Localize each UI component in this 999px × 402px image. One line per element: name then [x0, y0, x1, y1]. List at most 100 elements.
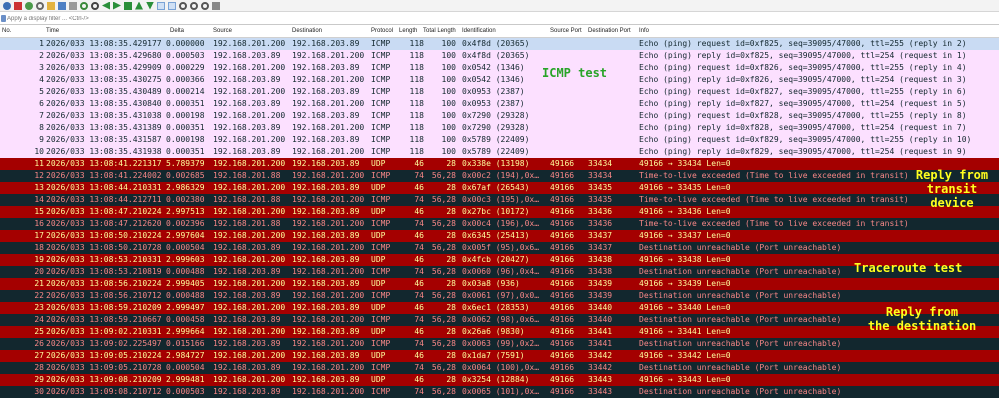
- go-forward-icon[interactable]: [113, 1, 121, 10]
- packet-row[interactable]: 26 2026/033 13:09:02.225497 0.015166 192.16…: [0, 338, 999, 350]
- display-filter-input[interactable]: [7, 14, 987, 23]
- packet-destination-port: 33442: [588, 351, 613, 360]
- start-capture-icon[interactable]: [3, 1, 11, 10]
- packet-total-length: 28: [446, 279, 456, 288]
- packet-row[interactable]: 18 2026/033 13:08:50.210728 0.000504 192.16…: [0, 242, 999, 254]
- first-packet-icon[interactable]: [135, 1, 143, 10]
- packet-number: 2: [39, 51, 44, 60]
- packet-delta: 0.000458: [166, 315, 205, 324]
- packet-row[interactable]: 20 2026/033 13:08:53.210819 0.000488 192.16…: [0, 266, 999, 278]
- packet-row[interactable]: 13 2026/033 13:08:44.210331 2.986329 192.16…: [0, 182, 999, 194]
- packet-row[interactable]: 1 2026/033 13:08:35.429177 0.000000 192.168…: [0, 38, 999, 50]
- packet-source: 192.168.201.200: [213, 159, 286, 168]
- close-file-icon[interactable]: [69, 1, 77, 10]
- packet-total-length: 56,28: [431, 387, 456, 396]
- packet-row[interactable]: 4 2026/033 13:08:35.430275 0.000366 192.168…: [0, 74, 999, 86]
- packet-row[interactable]: 28 2026/033 13:09:05.210728 0.000504 192.16…: [0, 362, 999, 374]
- packet-delta: 2.999481: [166, 375, 205, 384]
- column-identification[interactable]: Identification: [462, 28, 496, 34]
- packet-row[interactable]: 17 2026/033 13:08:50.210224 2.997604 192.16…: [0, 230, 999, 242]
- packet-row[interactable]: 21 2026/033 13:08:56.210224 2.999405 192.16…: [0, 278, 999, 290]
- packet-info: Echo (ping) reply id=0xf826, seq=39095/4…: [639, 75, 967, 84]
- go-back-icon[interactable]: [102, 1, 110, 10]
- packet-row[interactable]: 15 2026/033 13:08:47.210224 2.997513 192.16…: [0, 206, 999, 218]
- packet-row[interactable]: 12 2026/033 13:08:41.224002 0.002685 192.16…: [0, 170, 999, 182]
- column-info[interactable]: Info: [639, 28, 649, 34]
- zoom-out-icon[interactable]: [190, 1, 198, 10]
- packet-protocol: ICMP: [371, 99, 391, 108]
- packet-row[interactable]: 24 2026/033 13:08:59.210667 0.000458 192.16…: [0, 314, 999, 326]
- packet-row[interactable]: 23 2026/033 13:08:59.210209 2.999497 192.16…: [0, 302, 999, 314]
- packet-row[interactable]: 6 2026/033 13:08:35.430840 0.000351 192.168…: [0, 98, 999, 110]
- column-protocol[interactable]: Protocol: [371, 28, 393, 34]
- packet-protocol: UDP: [371, 183, 386, 192]
- column-time[interactable]: Time: [46, 28, 59, 34]
- packet-row[interactable]: 3 2026/033 13:08:35.429909 0.000229 192.168…: [0, 62, 999, 74]
- stop-capture-icon[interactable]: [14, 1, 22, 10]
- column-no[interactable]: No.: [2, 28, 11, 34]
- bookmark-icon[interactable]: [1, 15, 6, 22]
- column-source-port[interactable]: Source Port: [550, 28, 582, 34]
- packet-destination: 192.168.203.89: [292, 87, 360, 96]
- find-packet-icon[interactable]: [91, 1, 99, 10]
- zoom-reset-icon[interactable]: [201, 1, 209, 10]
- packet-delta: 5.789379: [166, 159, 205, 168]
- restart-capture-icon[interactable]: [25, 1, 33, 10]
- packet-row[interactable]: 10 2026/033 13:08:35.431938 0.000351 192.16…: [0, 146, 999, 158]
- save-file-icon[interactable]: [58, 1, 66, 10]
- packet-row[interactable]: 30 2026/033 13:09:08.210712 0.000503 192.16…: [0, 386, 999, 398]
- open-file-icon[interactable]: [47, 1, 55, 10]
- packet-row[interactable]: 7 2026/033 13:08:35.431038 0.000198 192.168…: [0, 110, 999, 122]
- column-destination-port[interactable]: Destination Port: [588, 28, 631, 34]
- resize-columns-icon[interactable]: [212, 1, 220, 10]
- autoscroll-icon[interactable]: [157, 1, 165, 10]
- packet-row[interactable]: 11 2026/033 13:08:41.221317 5.789379 192.16…: [0, 158, 999, 170]
- packet-time: 2026/033 13:08:35.430275: [46, 75, 162, 84]
- packet-source: 192.168.201.200: [213, 63, 286, 72]
- packet-row[interactable]: 5 2026/033 13:08:35.430489 0.000214 192.168…: [0, 86, 999, 98]
- packet-destination: 192.168.203.89: [292, 135, 360, 144]
- go-to-packet-icon[interactable]: [124, 1, 132, 10]
- packet-row[interactable]: 19 2026/033 13:08:53.210331 2.999603 192.16…: [0, 254, 999, 266]
- packet-time: 2026/033 13:08:59.210209: [46, 303, 162, 312]
- reload-icon[interactable]: [80, 1, 88, 10]
- packet-destination: 192.168.203.89: [292, 375, 360, 384]
- packet-info: Destination unreachable (Port unreachabl…: [639, 363, 842, 372]
- column-delta[interactable]: Delta: [170, 28, 184, 34]
- packet-delta: 0.000351: [166, 123, 205, 132]
- packet-total-length: 100: [441, 87, 456, 96]
- column-length[interactable]: Length: [399, 28, 417, 34]
- packet-row[interactable]: 27 2026/033 13:09:05.210224 2.984727 192.16…: [0, 350, 999, 362]
- column-total-length[interactable]: Total Length: [423, 28, 456, 34]
- packet-row[interactable]: 9 2026/033 13:08:35.431587 0.000198 192.168…: [0, 134, 999, 146]
- packet-row[interactable]: 8 2026/033 13:08:35.431389 0.000351 192.168…: [0, 122, 999, 134]
- packet-delta: 0.000366: [166, 75, 205, 84]
- packet-time: 2026/033 13:08:50.210728: [46, 243, 162, 252]
- packet-time: 2026/033 13:08:44.212711: [46, 195, 162, 204]
- colorize-icon[interactable]: [168, 1, 176, 10]
- last-packet-icon[interactable]: [146, 1, 154, 10]
- packet-row[interactable]: 22 2026/033 13:08:56.210712 0.000488 192.16…: [0, 290, 999, 302]
- packet-row[interactable]: 29 2026/033 13:09:08.210209 2.999481 192.16…: [0, 374, 999, 386]
- packet-protocol: ICMP: [371, 267, 391, 276]
- packet-info: Time-to-live exceeded (Time to live exce…: [639, 219, 909, 228]
- packet-protocol: UDP: [371, 279, 386, 288]
- packet-row[interactable]: 16 2026/033 13:08:47.212620 0.002396 192.16…: [0, 218, 999, 230]
- packet-protocol: ICMP: [371, 39, 391, 48]
- packet-length: 118: [409, 135, 424, 144]
- column-source[interactable]: Source: [213, 28, 232, 34]
- column-destination[interactable]: Destination: [292, 28, 322, 34]
- zoom-in-icon[interactable]: [179, 1, 187, 10]
- packet-delta: 2.999664: [166, 327, 205, 336]
- packet-info: Time-to-live exceeded (Time to live exce…: [639, 195, 909, 204]
- packet-row[interactable]: 2 2026/033 13:08:35.429680 0.000503 192.168…: [0, 50, 999, 62]
- packet-identification: 0x7290 (29328): [462, 111, 530, 120]
- packet-time: 2026/033 13:08:35.429177: [46, 39, 162, 48]
- packet-row[interactable]: 14 2026/033 13:08:44.212711 0.002380 192.16…: [0, 194, 999, 206]
- packet-number: 12: [34, 171, 44, 180]
- packet-delta: 0.000229: [166, 63, 205, 72]
- options-gear-icon[interactable]: [36, 1, 44, 10]
- main-toolbar: [0, 0, 999, 12]
- packet-row[interactable]: 25 2026/033 13:09:02.210331 2.999664 192.16…: [0, 326, 999, 338]
- packet-info: 49166 → 33439 Len=0: [639, 279, 731, 288]
